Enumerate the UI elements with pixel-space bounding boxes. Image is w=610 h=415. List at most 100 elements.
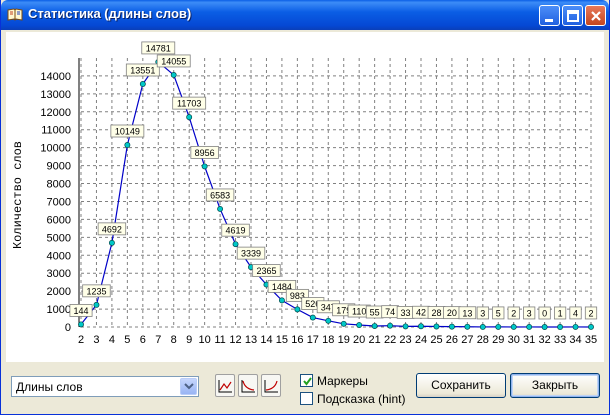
y-tick-label-8: 8000 (47, 179, 71, 191)
data-label-25: 13 (462, 308, 472, 318)
close-window-button[interactable] (585, 5, 606, 26)
x-tick-label-14: 16 (291, 334, 303, 346)
data-point-24 (448, 323, 455, 330)
data-label-4: 13551 (130, 65, 155, 75)
data-point-33 (588, 324, 594, 330)
data-label-28: 2 (511, 308, 516, 318)
x-tick-label-3: 5 (124, 334, 130, 346)
x-tick-label-11: 13 (245, 334, 257, 346)
chart-type-button-1[interactable] (215, 374, 235, 397)
x-tick-label-2: 4 (109, 334, 115, 346)
data-point-13 (278, 297, 285, 304)
x-tick-label-1: 3 (93, 334, 99, 346)
data-point-10 (232, 241, 239, 248)
x-tick-label-26: 28 (477, 334, 489, 346)
x-tick-label-6: 8 (171, 334, 177, 346)
y-tick-label-2: 2000 (47, 286, 71, 298)
x-tick-label-20: 22 (384, 334, 396, 346)
chevron-down-icon (184, 383, 194, 390)
combo-value: Длины слов (16, 380, 83, 394)
x-tick-label-15: 17 (307, 334, 319, 346)
data-point-1 (93, 301, 100, 308)
data-label-24: 20 (447, 308, 457, 318)
x-tick-label-18: 20 (353, 334, 365, 346)
data-point-31 (557, 324, 564, 330)
data-point-27 (495, 323, 502, 330)
data-label-5: 14781 (146, 43, 171, 53)
data-point-0 (78, 321, 84, 328)
data-point-23 (433, 323, 440, 330)
window-title: Статистика (длины слов) (28, 6, 192, 21)
data-label-6: 14055 (161, 56, 186, 66)
x-tick-label-4: 6 (140, 334, 146, 346)
title-bar[interactable]: Статистика (длины слов) (1, 0, 609, 30)
y-tick-label-12: 12000 (40, 107, 71, 119)
close-button[interactable]: Закрыть (510, 373, 600, 398)
chart-type-button-3[interactable] (261, 374, 281, 397)
data-point-8 (201, 163, 208, 170)
y-tick-label-4: 4000 (47, 250, 71, 262)
x-tick-label-16: 18 (322, 334, 334, 346)
line-chart: Количество слов 0 1000 2000 3000 4000 5000 600… (11, 41, 597, 346)
y-tick-label-6: 6000 (47, 214, 71, 226)
statistics-type-combo[interactable]: Длины слов (11, 376, 199, 397)
y-tick-label-14: 14000 (40, 71, 71, 83)
data-point-26 (479, 323, 486, 330)
maximize-icon (567, 10, 579, 22)
y-tick-label-10: 10000 (40, 143, 71, 155)
data-point-16 (325, 317, 332, 324)
y-tick-label-3: 3000 (47, 268, 71, 280)
data-point-21 (402, 323, 409, 330)
x-tick-label-33: 35 (585, 334, 597, 346)
data-point-19 (371, 323, 378, 329)
decay-chart-icon (241, 380, 255, 393)
x-tick-label-31: 33 (554, 334, 566, 346)
data-point-20 (387, 322, 394, 329)
hint-checkbox[interactable] (300, 392, 313, 405)
markers-label[interactable]: Маркеры (317, 374, 368, 388)
y-tick-label-13: 13000 (40, 89, 71, 101)
minimize-button[interactable] (539, 5, 560, 26)
data-point-32 (572, 323, 579, 330)
data-point-3 (124, 142, 131, 148)
combo-dropdown-button[interactable] (180, 378, 197, 395)
data-point-29 (526, 323, 533, 330)
y-tick-label-0: 0 (65, 322, 71, 334)
chart-area: Количество слов 0 1000 2000 3000 4000 5000 600… (6, 32, 604, 362)
series-line (80, 61, 592, 328)
data-label-1: 1235 (86, 286, 106, 296)
y-tick-label-7: 7000 (47, 196, 71, 208)
x-tick-label-23: 25 (430, 334, 442, 346)
data-label-3: 10149 (115, 126, 140, 136)
maximize-button[interactable] (562, 5, 583, 26)
data-label-9: 6583 (210, 190, 230, 200)
y-tick-label-5: 5000 (47, 232, 71, 244)
y-tick-label-1: 1000 (47, 304, 71, 316)
checkmark-icon (303, 377, 312, 386)
save-button[interactable]: Сохранить (416, 373, 506, 398)
data-label-18: 110 (352, 307, 366, 317)
line-chart-icon (218, 380, 232, 393)
data-label-22: 42 (416, 308, 426, 318)
data-point-18 (356, 322, 363, 328)
x-tick-label-17: 19 (338, 334, 350, 346)
markers-checkbox[interactable] (300, 374, 313, 387)
data-point-22 (418, 323, 424, 330)
hint-label[interactable]: Подсказка (hint) (317, 392, 405, 406)
data-label-29: 3 (527, 308, 532, 318)
x-tick-label-7: 9 (186, 334, 192, 346)
x-tick-label-27: 29 (492, 334, 504, 346)
data-label-33: 2 (588, 308, 593, 318)
x-tick-label-0: 2 (78, 334, 84, 346)
x-tick-label-32: 34 (569, 334, 581, 346)
book-icon (7, 7, 23, 23)
x-tick-label-9: 11 (214, 334, 225, 346)
data-label-21: 33 (401, 308, 411, 318)
chart-type-button-2[interactable] (238, 374, 258, 397)
x-tick-label-21: 23 (399, 334, 411, 346)
data-point-17 (340, 320, 347, 327)
x-tick-label-28: 30 (508, 334, 520, 346)
statistics-window: Статистика (длины слов) Количество слов … (0, 0, 610, 415)
data-point-15 (309, 314, 316, 321)
x-tick-label-29: 31 (523, 334, 535, 346)
